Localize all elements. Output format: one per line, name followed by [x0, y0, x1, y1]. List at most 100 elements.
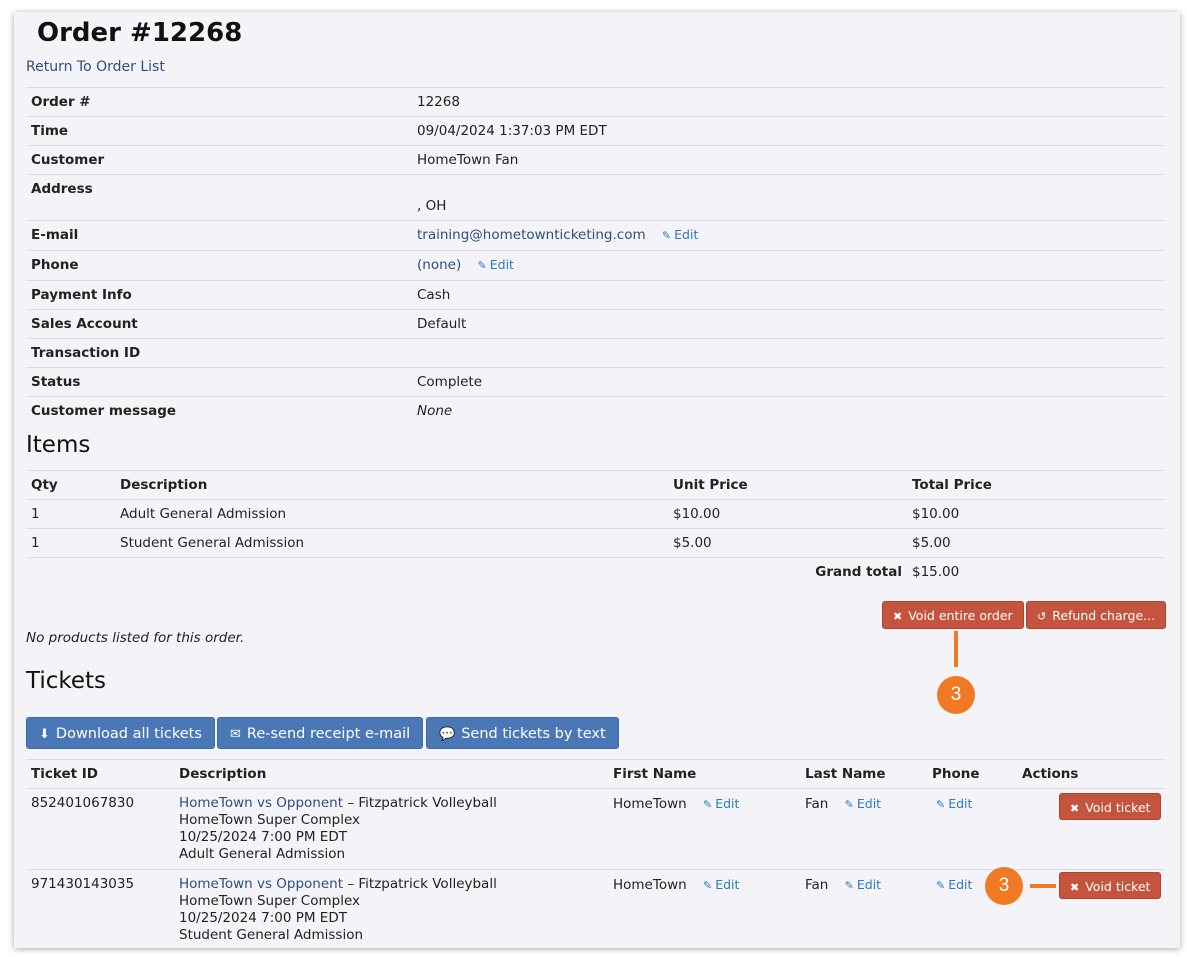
- edit-first-name-link[interactable]: ✎ Edit: [703, 877, 739, 892]
- edit-label: Edit: [674, 227, 699, 242]
- item-total-price: $10.00: [907, 499, 1165, 529]
- table-row: 1 Student General Admission $5.00 $5.00: [26, 528, 1165, 558]
- last-name: Fan: [805, 796, 829, 812]
- phone-cell: ✎ Edit: [927, 788, 1017, 870]
- edit-last-name-link[interactable]: ✎ Edit: [845, 877, 881, 892]
- void-ticket-button[interactable]: ✖ Void ticket: [1059, 872, 1162, 899]
- callout-marker: 3: [937, 676, 975, 714]
- x-icon: ✖: [1070, 802, 1080, 815]
- info-label: Time: [26, 116, 412, 146]
- first-name: HomeTown: [613, 877, 687, 893]
- edit-phone-link[interactable]: ✎ Edit: [936, 877, 972, 892]
- info-row-order-number: Order # 12268: [26, 87, 1165, 117]
- info-row-payment: Payment Info Cash: [26, 280, 1165, 310]
- pencil-icon: ✎: [844, 798, 854, 811]
- first-name: HomeTown: [613, 796, 687, 812]
- pencil-icon: ✎: [702, 798, 713, 811]
- download-icon: ⬇: [39, 727, 50, 742]
- return-to-order-list-link[interactable]: Return To Order List: [26, 59, 165, 75]
- button-label: Download all tickets: [55, 726, 202, 742]
- edit-phone-link[interactable]: ✎ Edit: [478, 257, 514, 272]
- item-unit-price: $5.00: [668, 528, 907, 558]
- info-value: [412, 338, 1165, 368]
- pencil-icon: ✎: [936, 798, 946, 811]
- callout-marker: 3: [985, 867, 1023, 905]
- edit-label: Edit: [856, 877, 882, 892]
- pencil-icon: ✎: [844, 879, 854, 892]
- button-label: Void ticket: [1085, 800, 1151, 815]
- admission-type: Adult General Admission: [179, 846, 346, 862]
- edit-label: Edit: [489, 257, 514, 272]
- info-row-email: E-mail training@hometownticketing.com ✎ E…: [26, 220, 1165, 251]
- resend-receipt-button[interactable]: ✉ Re-send receipt e-mail: [217, 717, 424, 749]
- download-all-tickets-button[interactable]: ⬇ Download all tickets: [26, 717, 215, 749]
- column-header: First Name: [608, 759, 800, 789]
- info-value: HomeTown Fan: [412, 145, 1165, 175]
- info-label: Phone: [26, 250, 412, 281]
- info-label: Sales Account: [26, 309, 412, 339]
- table-row: 1 Adult General Admission $10.00 $10.00: [26, 499, 1165, 529]
- void-entire-order-button[interactable]: ✖ Void entire order: [882, 601, 1024, 629]
- edit-last-name-link[interactable]: ✎ Edit: [845, 796, 881, 811]
- column-header: Total Price: [907, 470, 1165, 500]
- grand-total-label: Grand total: [668, 557, 907, 586]
- info-value: 09/04/2024 1:37:03 PM EDT: [412, 116, 1165, 146]
- pencil-icon: ✎: [477, 259, 487, 272]
- send-tickets-by-text-button[interactable]: 💬 Send tickets by text: [426, 717, 619, 749]
- column-header: Phone: [927, 759, 1017, 789]
- event-link[interactable]: HomeTown vs Opponent: [179, 876, 343, 892]
- envelope-icon: ✉: [230, 727, 241, 742]
- button-label: Void entire order: [908, 608, 1013, 623]
- button-label: Void ticket: [1085, 879, 1151, 894]
- edit-label: Edit: [856, 796, 882, 811]
- edit-label: Edit: [715, 877, 740, 892]
- info-label: Customer: [26, 145, 412, 175]
- items-header-row: Qty Description Unit Price Total Price: [26, 470, 1165, 500]
- button-label: Re-send receipt e-mail: [246, 726, 411, 742]
- info-value: training@hometownticketing.com ✎ Edit: [412, 220, 1165, 251]
- edit-first-name-link[interactable]: ✎ Edit: [703, 796, 739, 811]
- info-row-address: Address , OH: [26, 174, 1165, 221]
- email-value[interactable]: training@hometownticketing.com: [417, 227, 646, 243]
- item-unit-price: $10.00: [668, 499, 907, 529]
- info-row-time: Time 09/04/2024 1:37:03 PM EDT: [26, 116, 1165, 146]
- venue: HomeTown Super Complex: [179, 812, 361, 828]
- event-datetime: 10/25/2024 7:00 PM EDT: [179, 910, 347, 926]
- order-page: Order #12268 Return To Order List Order …: [14, 12, 1180, 948]
- info-label: Payment Info: [26, 280, 412, 310]
- info-value: 12268: [412, 87, 1165, 117]
- edit-phone-link[interactable]: ✎ Edit: [936, 796, 972, 811]
- undo-icon: ↺: [1037, 610, 1047, 623]
- info-value: Default: [412, 309, 1165, 339]
- empty-cell: [26, 557, 115, 586]
- x-icon: ✖: [1070, 881, 1080, 894]
- info-label: Order #: [26, 87, 412, 117]
- edit-label: Edit: [948, 796, 973, 811]
- pencil-icon: ✎: [702, 879, 713, 892]
- info-label: Customer message: [26, 396, 412, 425]
- first-name-cell: HomeTown ✎ Edit: [608, 869, 800, 948]
- last-name: Fan: [805, 877, 829, 893]
- event-link[interactable]: HomeTown vs Opponent: [179, 795, 343, 811]
- info-row-sales-account: Sales Account Default: [26, 309, 1165, 339]
- address-value: , OH: [417, 198, 447, 214]
- info-row-customer: Customer HomeTown Fan: [26, 145, 1165, 175]
- ticket-description: HomeTown vs Opponent – Fitzpatrick Volle…: [174, 869, 608, 948]
- callout-connector: [954, 631, 958, 667]
- void-ticket-button[interactable]: ✖ Void ticket: [1059, 793, 1162, 820]
- item-qty: 1: [26, 528, 115, 558]
- refund-charge-button[interactable]: ↺ Refund charge...: [1026, 601, 1167, 629]
- page-title: Order #12268: [37, 18, 243, 48]
- button-label: Send tickets by text: [461, 726, 606, 742]
- order-info-table: Order # 12268 Time 09/04/2024 1:37:03 PM…: [26, 87, 1165, 425]
- column-header: Description: [115, 470, 668, 500]
- column-header: Qty: [26, 470, 115, 500]
- info-value: (none) ✎ Edit: [412, 250, 1165, 281]
- info-value: None: [412, 396, 1165, 425]
- edit-label: Edit: [948, 877, 973, 892]
- item-description: Adult General Admission: [115, 499, 668, 529]
- edit-label: Edit: [715, 796, 740, 811]
- item-description: Student General Admission: [115, 528, 668, 558]
- tickets-header-row: Ticket ID Description First Name Last Na…: [26, 759, 1165, 789]
- edit-email-link[interactable]: ✎ Edit: [662, 227, 698, 242]
